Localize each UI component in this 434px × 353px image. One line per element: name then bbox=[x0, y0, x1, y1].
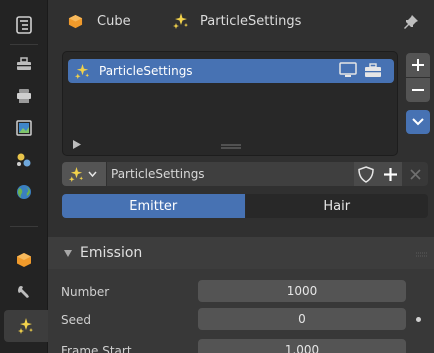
close-icon bbox=[409, 168, 421, 180]
pin-button[interactable] bbox=[402, 13, 420, 34]
grip-lines-icon bbox=[221, 144, 241, 149]
tab-tool[interactable] bbox=[0, 48, 48, 80]
properties-editor-icon bbox=[16, 16, 32, 34]
tab-view-layer[interactable] bbox=[0, 144, 48, 176]
tab-separator bbox=[10, 226, 38, 227]
show-viewport-toggle[interactable] bbox=[339, 62, 357, 82]
seed-label: Seed bbox=[61, 313, 91, 327]
shield-icon bbox=[358, 165, 374, 183]
emitter-button[interactable]: Emitter bbox=[62, 194, 246, 218]
filter-expand-button[interactable] bbox=[73, 138, 81, 152]
seed-field[interactable]: 0 bbox=[198, 308, 406, 330]
animate-property-dot[interactable] bbox=[416, 317, 421, 322]
tool-settings-icon bbox=[16, 57, 32, 70]
output-image-icon bbox=[16, 120, 32, 136]
emission-panel-header[interactable]: Emission bbox=[48, 237, 434, 269]
particle-type-toggle: Emitter Hair bbox=[62, 194, 428, 218]
properties-tab-bar bbox=[0, 0, 48, 353]
tab-render[interactable] bbox=[0, 80, 48, 112]
hair-label: Hair bbox=[323, 198, 351, 214]
number-label: Number bbox=[61, 285, 110, 299]
tab-output[interactable] bbox=[0, 112, 48, 144]
particles-icon bbox=[68, 166, 84, 182]
minus-icon bbox=[412, 89, 424, 91]
tab-object[interactable] bbox=[0, 244, 48, 276]
tab-particles[interactable] bbox=[4, 310, 48, 342]
add-particle-system-button[interactable] bbox=[406, 53, 430, 77]
tab-modifiers[interactable] bbox=[0, 276, 48, 308]
emitter-label: Emitter bbox=[129, 198, 178, 214]
particle-system-list[interactable]: ParticleSettings bbox=[62, 51, 398, 156]
settings-name-label: ParticleSettings bbox=[111, 167, 205, 181]
triangle-right-icon bbox=[73, 140, 81, 149]
plus-icon bbox=[383, 167, 397, 181]
breadcrumb-object-label: Cube bbox=[97, 14, 131, 29]
particle-settings-selector: ParticleSettings bbox=[62, 162, 432, 186]
tab-separator bbox=[10, 44, 38, 45]
panel-drag-handle[interactable] bbox=[416, 248, 428, 262]
list-item[interactable]: ParticleSettings bbox=[68, 59, 394, 83]
new-settings-button[interactable] bbox=[378, 162, 402, 186]
chevron-down-icon bbox=[88, 171, 97, 177]
wrench-icon bbox=[18, 286, 29, 298]
emission-panel-body: Number 1000 Seed 0 Frame Start 1.000 bbox=[48, 269, 434, 353]
pin-icon bbox=[404, 15, 418, 29]
object-cube-icon bbox=[17, 253, 31, 267]
panel-title: Emission bbox=[80, 245, 143, 261]
breadcrumb-object: Cube bbox=[68, 14, 131, 29]
chevron-down-icon bbox=[412, 118, 424, 126]
tab-world[interactable] bbox=[0, 176, 48, 208]
browse-settings-button[interactable] bbox=[62, 162, 106, 186]
plus-icon bbox=[412, 59, 424, 71]
list-footer bbox=[63, 131, 397, 155]
view-layer-icon bbox=[17, 153, 31, 167]
number-field[interactable]: 1000 bbox=[198, 280, 406, 302]
triangle-down-icon bbox=[64, 249, 72, 257]
show-render-toggle[interactable] bbox=[364, 63, 382, 81]
unlink-settings-button[interactable] bbox=[402, 162, 428, 186]
number-value: 1000 bbox=[286, 284, 318, 298]
render-icon bbox=[17, 89, 31, 103]
particles-icon bbox=[173, 13, 188, 29]
particles-icon bbox=[74, 63, 90, 79]
settings-name-field[interactable]: ParticleSettings bbox=[107, 162, 354, 186]
camera-icon bbox=[364, 63, 382, 77]
breadcrumb-settings-label: ParticleSettings bbox=[200, 13, 302, 29]
frame-start-field[interactable]: 1.000 bbox=[198, 339, 406, 353]
hair-button[interactable]: Hair bbox=[245, 194, 428, 218]
particles-icon bbox=[18, 318, 33, 334]
list-item-label: ParticleSettings bbox=[99, 64, 193, 78]
breadcrumb-settings: ParticleSettings bbox=[172, 12, 301, 30]
editor-type-button[interactable] bbox=[0, 9, 48, 41]
seed-value: 0 bbox=[298, 312, 306, 326]
properties-header: Cube ParticleSettings bbox=[48, 0, 434, 44]
frame-start-label: Frame Start bbox=[61, 344, 132, 353]
fake-user-toggle[interactable] bbox=[354, 162, 378, 186]
frame-start-value: 1.000 bbox=[284, 343, 320, 353]
remove-particle-system-button[interactable] bbox=[406, 78, 430, 102]
object-cube-icon bbox=[68, 14, 83, 29]
resize-grip[interactable] bbox=[221, 139, 241, 153]
specials-menu-button[interactable] bbox=[406, 110, 430, 134]
monitor-icon bbox=[339, 62, 357, 77]
drag-grip-icon bbox=[416, 252, 428, 257]
world-icon bbox=[17, 185, 31, 199]
